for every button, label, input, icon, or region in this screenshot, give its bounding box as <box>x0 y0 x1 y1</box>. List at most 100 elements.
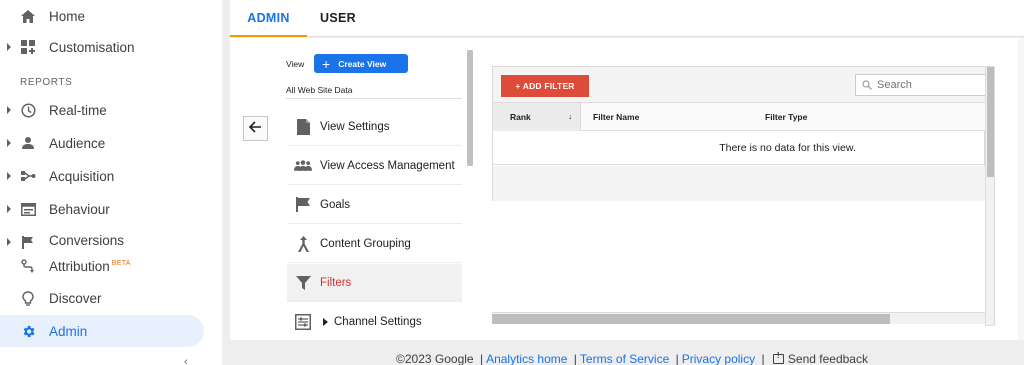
vertical-scrollbar[interactable] <box>985 66 995 326</box>
flag-icon <box>294 196 312 214</box>
back-button[interactable] <box>243 116 268 141</box>
menu-item-label: Content Grouping <box>320 237 411 250</box>
scrollbar-thumb[interactable] <box>492 314 890 324</box>
menu-item-label: Goals <box>320 198 351 211</box>
reports-section-title: REPORTS <box>20 77 73 88</box>
sidebar-item-conversions[interactable]: Conversions <box>0 226 204 252</box>
expand-caret-icon <box>7 172 11 180</box>
sort-down-icon: ↓ <box>568 112 572 121</box>
terms-of-service-link[interactable]: Terms of Service <box>580 352 669 365</box>
flag-icon <box>20 234 36 250</box>
expand-caret-icon <box>7 43 11 51</box>
attribution-label: Attribution <box>49 258 110 274</box>
copyright-text: ©2023 Google <box>396 352 474 365</box>
menu-item-label: Channel Settings <box>334 316 422 328</box>
menu-item-label: View Access Management <box>320 159 455 172</box>
column-header-label: Rank <box>510 112 531 122</box>
view-label: View <box>286 59 305 69</box>
search-input[interactable]: Search <box>855 74 986 96</box>
sidebar-item-audience[interactable]: Audience <box>0 127 204 159</box>
document-icon <box>294 118 312 136</box>
page-edge <box>1018 38 1024 340</box>
expand-caret-icon <box>7 106 11 114</box>
plus-icon: + <box>322 55 331 72</box>
channel-icon <box>294 313 312 331</box>
filter-icon <box>294 274 312 292</box>
add-filter-button[interactable]: + ADD FILTER <box>501 75 589 97</box>
sidebar-item-attribution[interactable]: Attribution BETA <box>0 250 204 282</box>
table-footer <box>493 166 986 201</box>
home-icon <box>20 8 36 24</box>
scrollbar-thumb[interactable] <box>987 67 994 177</box>
filters-table: + ADD FILTER Search Rank ↓ Filter Name F… <box>492 66 986 201</box>
sidebar-item-real-time[interactable]: Real-time <box>0 94 204 126</box>
horizontal-scrollbar[interactable] <box>492 312 985 324</box>
table-header: Rank ↓ Filter Name Filter Type <box>493 103 986 131</box>
people-icon <box>294 157 312 175</box>
menu-item-filters[interactable]: Filters <box>287 264 462 302</box>
send-feedback-button[interactable]: Send feedback <box>771 351 868 365</box>
expand-caret-icon <box>7 238 11 246</box>
clock-icon <box>20 102 36 118</box>
menu-item-goals[interactable]: Goals <box>287 186 462 224</box>
menu-item-label: Filters <box>320 276 352 289</box>
acquisition-icon <box>20 168 36 184</box>
collapse-sidebar-icon[interactable]: ‹ <box>184 356 188 365</box>
sidebar-item-label: Audience <box>49 135 106 151</box>
menu-scrollbar[interactable] <box>467 50 473 166</box>
create-view-button[interactable]: + Create View <box>314 54 408 73</box>
sidebar-item-discover[interactable]: Discover <box>0 282 204 314</box>
search-placeholder: Search <box>877 79 912 91</box>
empty-message: There is no data for this view. <box>493 131 986 165</box>
divider <box>286 98 462 99</box>
sidebar-item-customisation[interactable]: Customisation <box>0 31 204 63</box>
person-icon <box>20 135 36 151</box>
sidebar-item-behaviour[interactable]: Behaviour <box>0 193 204 225</box>
sidebar-item-label: Attribution BETA <box>49 259 131 274</box>
analytics-home-link[interactable]: Analytics home <box>486 352 567 365</box>
beta-badge: BETA <box>111 260 131 267</box>
menu-item-content-grouping[interactable]: Content Grouping <box>287 225 462 263</box>
top-tabs: ADMIN USER <box>230 0 1024 37</box>
create-view-label: Create View <box>338 58 387 69</box>
dashboard-icon <box>20 39 36 55</box>
behaviour-icon <box>20 201 36 217</box>
sidebar-item-admin[interactable]: Admin <box>0 315 204 347</box>
lightbulb-icon <box>20 290 36 306</box>
menu-item-view-access-management[interactable]: View Access Management <box>287 147 462 185</box>
footer-separator: | <box>573 352 577 365</box>
sidebar-item-label: Customisation <box>49 39 135 55</box>
sidebar: Home Customisation REPORTS Real-time Aud… <box>0 0 222 365</box>
arrow-left-icon <box>248 120 262 138</box>
column-header-filter-name[interactable]: Filter Name <box>593 103 639 131</box>
tab-user[interactable]: USER <box>314 0 362 37</box>
main-panel: View + Create View All Web Site Data Vie… <box>230 38 1024 340</box>
send-feedback-label: Send feedback <box>787 352 868 365</box>
sidebar-item-label: Home <box>49 8 86 24</box>
column-header-rank[interactable]: Rank ↓ <box>493 103 581 131</box>
column-header-filter-type[interactable]: Filter Type <box>765 103 807 131</box>
expand-caret-icon <box>7 139 11 147</box>
footer: ©2023 Google | Analytics home | Terms of S… <box>240 351 1024 365</box>
view-selector[interactable]: All Web Site Data <box>286 85 352 95</box>
sidebar-item-home[interactable]: Home <box>0 0 204 32</box>
sidebar-item-label: Behaviour <box>49 201 110 217</box>
attribution-icon <box>20 258 36 274</box>
sidebar-item-acquisition[interactable]: Acquisition <box>0 160 204 192</box>
menu-item-view-settings[interactable]: View Settings <box>287 108 462 146</box>
sidebar-item-label: Real-time <box>49 102 107 118</box>
tab-admin[interactable]: ADMIN <box>230 0 307 37</box>
grouping-icon <box>294 235 312 253</box>
privacy-policy-link[interactable]: Privacy policy <box>682 352 755 365</box>
menu-item-label: View Settings <box>320 120 390 133</box>
expand-caret-icon <box>7 205 11 213</box>
menu-item-channel-settings[interactable]: Channel Settings <box>287 303 462 341</box>
footer-separator: | <box>479 352 484 365</box>
expand-caret-icon <box>323 318 328 326</box>
sidebar-item-label: Discover <box>49 290 102 306</box>
footer-separator: | <box>675 352 679 365</box>
footer-separator: | <box>761 352 765 365</box>
gear-icon <box>20 323 36 339</box>
sidebar-item-label: Admin <box>49 323 88 339</box>
search-icon <box>862 80 872 90</box>
